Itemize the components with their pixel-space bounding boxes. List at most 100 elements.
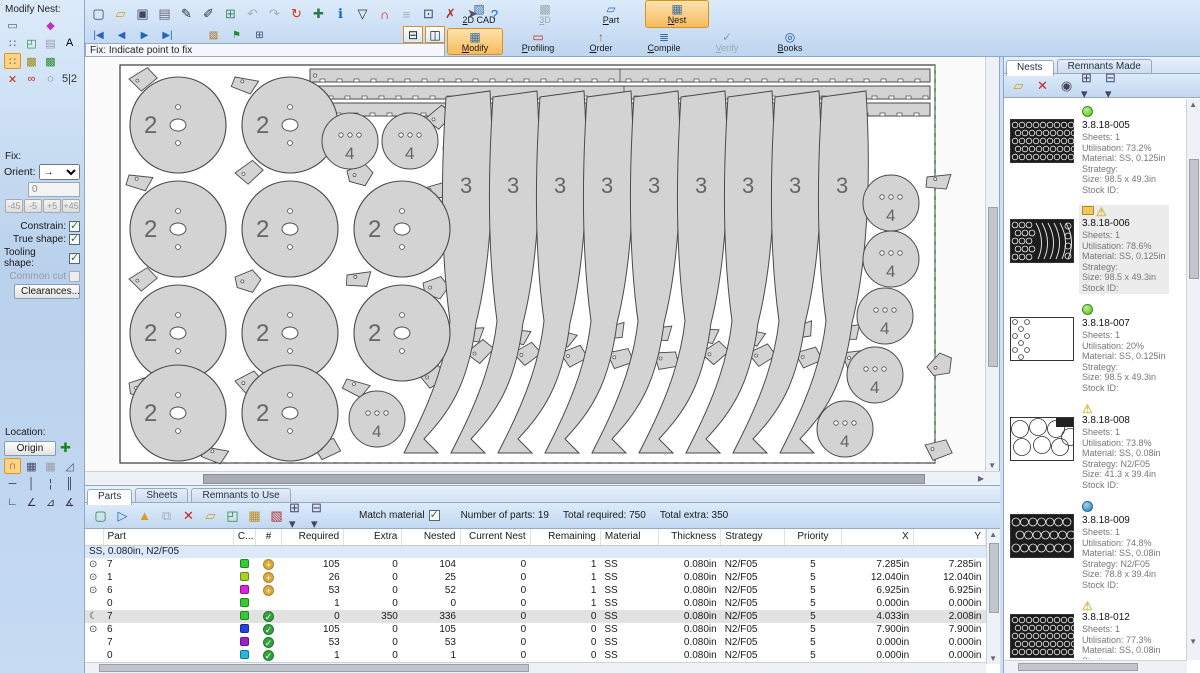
delete-part-icon[interactable]: ✕ [179, 506, 198, 525]
column-header-current[interactable]: Current Nest [460, 529, 530, 545]
nests-hscroll-thumb[interactable] [1018, 663, 1138, 671]
canvas-vertical-scrollbar[interactable]: ▼ [985, 57, 999, 471]
column-header-gutter[interactable] [85, 529, 103, 545]
delete-nest-icon[interactable]: ✕ [1033, 76, 1052, 95]
pattern-a-icon[interactable]: ▩ [23, 53, 40, 69]
nests-vertical-scrollbar[interactable]: ▲ ▼ [1186, 99, 1200, 660]
nest-entry[interactable]: 3.8.18-009Sheets: 1Utilisation: 74.8%Mat… [1010, 500, 1187, 591]
scroll-down-icon[interactable]: ▼ [1189, 637, 1197, 646]
column-header-nested[interactable]: Nested [402, 529, 460, 545]
canvas-hscroll-thumb[interactable] [203, 474, 925, 484]
nest-result-list[interactable]: 3.8.18-005Sheets: 1Utilisation: 73.2%Mat… [1004, 99, 1187, 659]
disc-part-medium[interactable]: 4 [863, 175, 919, 231]
disc-part-large[interactable]: 2 [130, 77, 226, 173]
disc-part-medium[interactable]: 4 [857, 288, 913, 344]
angle1-icon[interactable]: ∠ [23, 494, 40, 510]
tab-profiling[interactable]: ▭Profiling [510, 28, 566, 55]
view-b-button[interactable]: ⊟ ▾ [311, 506, 330, 525]
flowchart-icon[interactable]: ⊞ [221, 5, 240, 24]
nest-entry[interactable]: 3.8.18-007Sheets: 1Utilisation: 20%Mater… [1010, 303, 1187, 394]
disc-part-large[interactable]: 2 [242, 365, 338, 461]
scroll-right-icon[interactable]: ▶ [978, 474, 984, 483]
match-material-checkbox[interactable] [429, 510, 440, 521]
tab-2d-cad[interactable]: ▧2D CAD [447, 0, 511, 28]
corner-icon[interactable]: ∟ [4, 494, 21, 510]
import-part-icon[interactable]: ▷ [113, 506, 132, 525]
part-row[interactable]: ⊙7+105010401SS0.080inN2/F0557.285in7.285… [85, 558, 986, 571]
grid-icon[interactable]: ▦ [23, 458, 40, 474]
disc-part-medium[interactable]: 4 [817, 401, 873, 457]
print-icon[interactable]: ▤ [155, 5, 174, 24]
canvas-vscroll-thumb[interactable] [988, 207, 998, 367]
first-nest-icon[interactable]: |◀ [89, 26, 108, 45]
view-a-button[interactable]: ⊞ ▾ [289, 506, 308, 525]
disc-part-medium[interactable]: 4 [349, 391, 405, 447]
disc-part-medium[interactable]: 4 [847, 347, 903, 403]
flag-icon[interactable]: ⚑ [227, 26, 246, 45]
column-header-part[interactable]: Part [103, 529, 233, 545]
tab-nest[interactable]: ▦Nest [645, 0, 709, 28]
refresh-nest-icon[interactable]: ◉ [1057, 76, 1076, 95]
scroll-down-icon[interactable]: ▼ [988, 461, 996, 470]
text-icon[interactable]: A [61, 35, 78, 51]
disc-part-medium[interactable]: 4 [863, 231, 919, 287]
tab-nests[interactable]: Nests [1006, 60, 1054, 76]
pencil-icon[interactable]: ✎ [177, 5, 196, 24]
split-52-icon[interactable]: 5|2 [61, 71, 78, 87]
nest-entry[interactable]: 3.8.18-005Sheets: 1Utilisation: 73.2%Mat… [1010, 105, 1187, 196]
part-row[interactable]: 7✓5305300SS0.080inN2/F0550.000in0.000in [85, 636, 986, 649]
scroll-up-icon[interactable]: ▲ [1189, 100, 1197, 109]
angle2-icon[interactable]: ⊿ [42, 494, 59, 510]
angle-button--45[interactable]: -45 [5, 199, 23, 213]
slope-icon[interactable]: ◿ [61, 458, 78, 474]
part-row[interactable]: ⊙6+5305201SS0.080inN2/F0556.925in6.925in [85, 584, 986, 597]
select-rect-icon[interactable]: ▭ [4, 17, 21, 33]
pattern-b-icon[interactable]: ▩ [42, 53, 59, 69]
disc-part-large[interactable]: 2 [354, 285, 450, 381]
part-row[interactable]: ⊙1+2602501SS0.080inN2/F05512.040in12.040… [85, 571, 986, 584]
new-icon[interactable]: ▢ [89, 5, 108, 24]
magnet-icon[interactable]: ∩ [375, 5, 394, 24]
folder-icon[interactable]: ▱ [201, 506, 220, 525]
true-shape-checkbox[interactable] [69, 234, 80, 245]
table-vertical-scrollbar[interactable]: ▲ ▼ [986, 529, 1000, 664]
panel-icon[interactable]: ⊞ [250, 26, 269, 45]
table-vscroll-thumb[interactable] [989, 543, 999, 613]
v-line-icon[interactable]: │ [23, 476, 40, 492]
grid-faded-icon[interactable]: ▦ [42, 458, 59, 474]
table-horizontal-scrollbar[interactable] [85, 662, 986, 673]
disc-part-large[interactable]: 2 [242, 77, 338, 173]
disc-part-large[interactable]: 2 [354, 181, 450, 277]
angle3-icon[interactable]: ∡ [61, 494, 78, 510]
double-v-icon[interactable]: ║ [61, 476, 78, 492]
remove-table-icon[interactable]: ▧ [267, 506, 286, 525]
nests-horizontal-scrollbar[interactable] [1004, 660, 1187, 673]
clipboard-icon[interactable]: ▤ [42, 35, 59, 51]
info-icon[interactable]: ℹ [331, 5, 350, 24]
column-header-strategy[interactable]: Strategy [721, 529, 785, 545]
part-row[interactable]: 010001SS0.080inN2/F0550.000in0.000in [85, 597, 986, 610]
refresh-icon[interactable]: ↻ [287, 5, 306, 24]
nest-entry[interactable]: ⚠3.8.18-012Sheets: 1Utilisation: 77.3%Ma… [1010, 600, 1187, 659]
scroll-up-icon[interactable]: ▲ [989, 530, 997, 539]
column-header-x[interactable]: X [841, 529, 913, 545]
angle-button-+45[interactable]: +45 [62, 199, 80, 213]
column-header-badge[interactable]: # [255, 529, 281, 545]
move-part-icon[interactable]: ∷ [4, 53, 21, 69]
nest-entry[interactable]: ⚠3.8.18-008Sheets: 1Utilisation: 73.8%Ma… [1010, 403, 1187, 491]
tab-modify[interactable]: ▦Modify [447, 28, 503, 55]
nest-canvas[interactable]: 333333333222222222244444444 ▼ ▶ [85, 57, 1000, 485]
part-row[interactable]: ⊙6✓105010500SS0.080inN2/F0557.900in7.900… [85, 623, 986, 636]
array-parts-icon[interactable]: ∷ [4, 35, 21, 51]
view-detail-button[interactable]: ⊟ ▾ [1105, 76, 1124, 95]
canvas-horizontal-scrollbar[interactable]: ▶ [85, 471, 1000, 485]
grid-icon[interactable]: ▦ [245, 506, 264, 525]
angle-button--5[interactable]: -5 [24, 199, 42, 213]
column-header-thickness[interactable]: Thickness [659, 529, 721, 545]
constrain-checkbox[interactable] [69, 221, 80, 232]
add-part-icon[interactable]: ◰ [23, 35, 40, 51]
view-list-button[interactable]: ⊞ ▾ [1081, 76, 1100, 95]
split-horizontal-button[interactable]: ⊟ [403, 26, 423, 43]
tooling-shape-checkbox[interactable] [69, 253, 80, 264]
column-header-y[interactable]: Y [913, 529, 985, 545]
